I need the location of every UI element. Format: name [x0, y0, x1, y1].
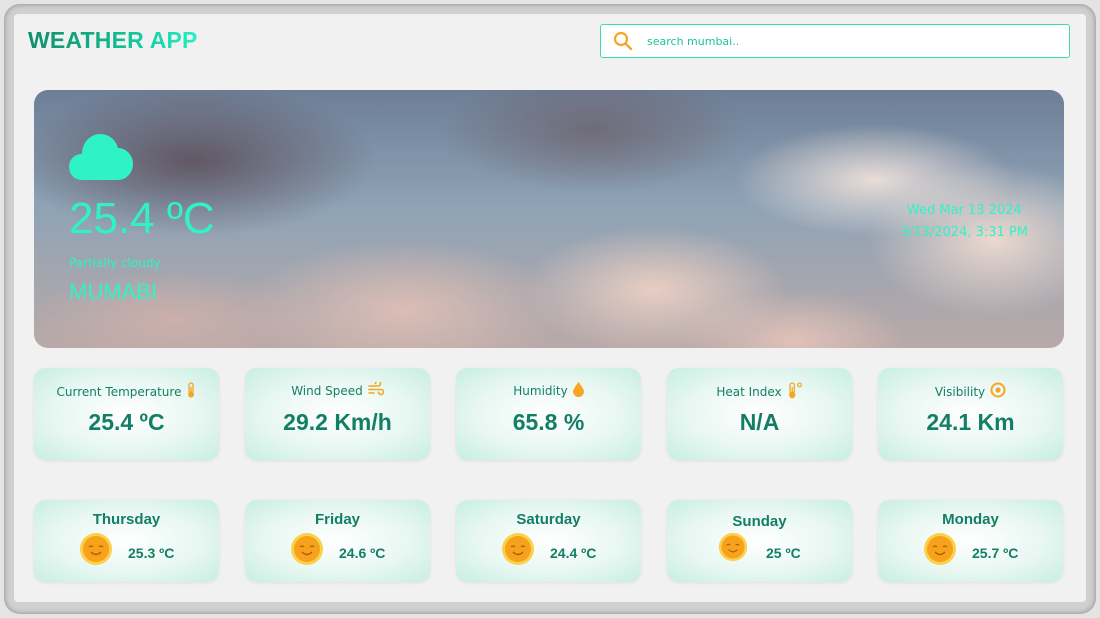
stat-label: Wind Speed [291, 383, 363, 398]
cloud-icon [69, 130, 133, 186]
current-datetime: 3/13/2024, 3:31 PM [900, 225, 1028, 240]
stat-value: 25.4 ºC [88, 409, 165, 435]
stat-label: Visibility [934, 384, 986, 399]
droplet-icon [572, 382, 584, 400]
stat-value: N/A [739, 409, 780, 435]
forecast-day: Sunday [732, 513, 787, 530]
stat-value: 65.8 % [512, 409, 585, 435]
search-bar [600, 24, 1070, 58]
forecast-temp: 25.7 ºC [972, 545, 1019, 561]
city-name: MUMABI [69, 279, 157, 304]
thermometer-degree-icon [787, 382, 803, 402]
search-input[interactable] [645, 26, 1069, 56]
sun-icon [79, 532, 113, 570]
weather-condition: Partially cloudy [69, 256, 161, 270]
app-logo: WEATHER APP [28, 27, 198, 53]
forecast-card-saturday: Saturday 24.4 ºC [456, 500, 641, 582]
sun-icon [290, 532, 324, 570]
forecast-temp: 25 ºC [766, 545, 801, 561]
sun-icon [718, 532, 748, 566]
forecast-temp: 24.4 ºC [550, 545, 597, 561]
forecast-day: Monday [942, 511, 999, 528]
forecast-card-thursday: Thursday 25.3 ºC [34, 500, 219, 582]
current-date: Wed Mar 13 2024 [906, 203, 1022, 218]
sun-icon [923, 532, 957, 570]
thermometer-icon [186, 382, 196, 401]
forecast-day: Friday [314, 511, 360, 528]
stat-card-wind: Wind Speed 29.2 Km/h [245, 368, 430, 460]
date-display: Wed Mar 13 2024 3/13/2024, 3:31 PM [901, 200, 1028, 244]
forecast-card-monday: Monday 25.7 ºC [878, 500, 1063, 582]
stat-card-temperature: Current Temperature 25.4 ºC [34, 368, 219, 460]
stat-card-visibility: Visibility 24.1 Km [878, 368, 1063, 460]
current-weather-banner: 25.4 ºC Partially cloudy MUMABI Wed Mar … [34, 90, 1064, 348]
search-icon[interactable] [601, 25, 645, 57]
forecast-card-friday: Friday 24.6 ºC [245, 500, 430, 582]
stat-label: Humidity [513, 384, 568, 398]
stat-value: 29.2 Km/h [283, 409, 392, 435]
forecast-temp: 24.6 ºC [339, 545, 386, 561]
forecast-day: Thursday [92, 511, 161, 528]
current-temperature: 25.4 ºC [69, 194, 215, 243]
wind-icon [367, 380, 385, 399]
stat-label: Heat Index [716, 385, 782, 399]
weather-app: WEATHER APP 25.4 ºC Partially cloudy MUM… [14, 14, 1086, 602]
sun-icon [501, 532, 535, 570]
stat-card-heat-index: Heat Index N/A [667, 368, 852, 460]
eye-icon [990, 382, 1006, 401]
forecast-day: Saturday [516, 511, 581, 528]
stat-label: Current Temperature [56, 384, 182, 399]
stat-card-humidity: Humidity 65.8 % [456, 368, 641, 460]
forecast-temp: 25.3 ºC [128, 545, 175, 561]
forecast-card-sunday: Sunday 25 ºC [667, 500, 852, 582]
stat-value: 24.1 Km [926, 409, 1015, 435]
